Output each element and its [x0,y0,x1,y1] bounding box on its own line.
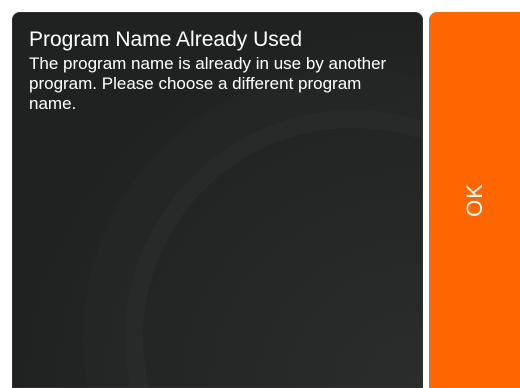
ok-button[interactable]: OK [429,12,520,388]
dialog-message: The program name is already in use by an… [29,54,387,113]
alert-dialog: Program Name Already Used The program na… [12,12,423,388]
ok-button-label: OK [461,183,487,217]
screen: Program Name Already Used The program na… [0,0,520,388]
dialog-title: Program Name Already Used [29,28,303,51]
